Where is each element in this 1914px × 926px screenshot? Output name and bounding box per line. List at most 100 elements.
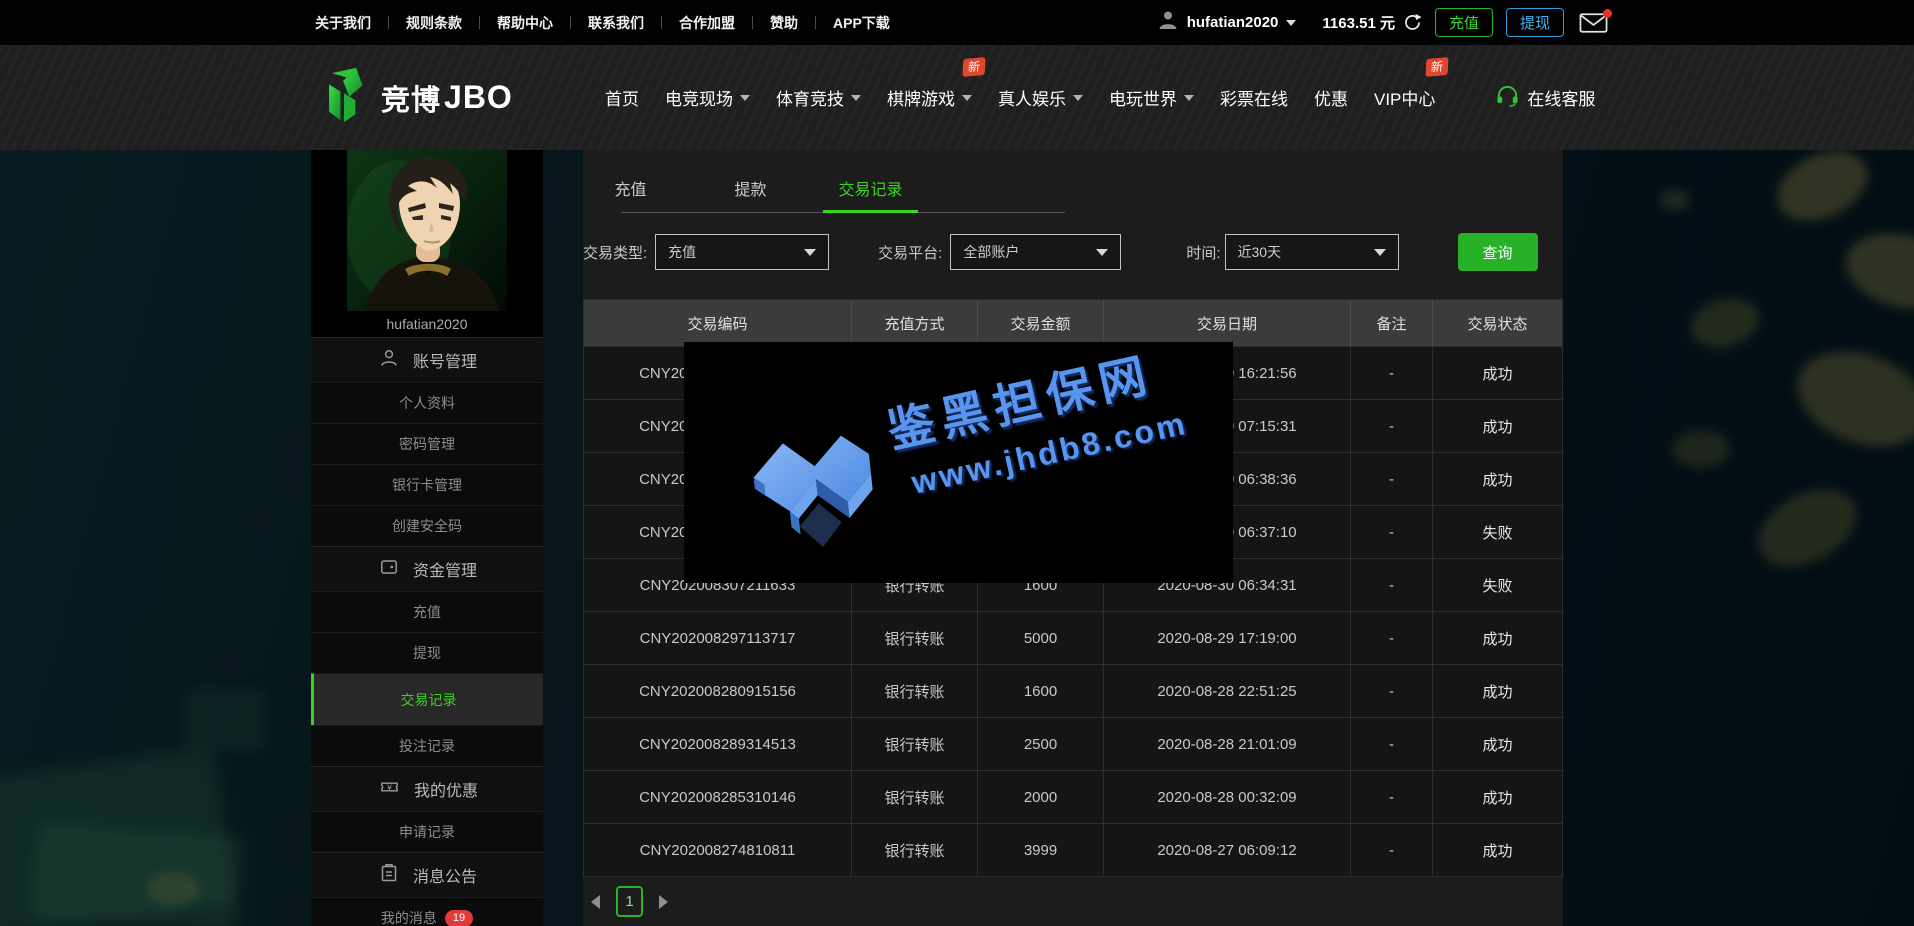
site-logo[interactable]: 竞博 JBO bbox=[316, 66, 542, 129]
page-number[interactable]: 1 bbox=[616, 886, 643, 917]
table-cell: 2020-08-29 17:19:00 bbox=[1104, 612, 1351, 664]
top-link-7[interactable]: APP下载 bbox=[816, 13, 907, 33]
chevron-down-icon bbox=[851, 95, 861, 101]
table-cell: 失败 bbox=[1433, 506, 1562, 558]
table-row: CNY202008280915156银行转账16002020-08-28 22:… bbox=[584, 664, 1562, 717]
table-cell: 成功 bbox=[1433, 718, 1562, 770]
logo-text-cn: 竞博 bbox=[381, 77, 441, 119]
refresh-balance-icon[interactable] bbox=[1403, 13, 1422, 32]
coin-decoration bbox=[148, 872, 200, 906]
coin-decoration bbox=[1784, 335, 1914, 464]
filter-platform-select[interactable]: 全部账户 bbox=[950, 234, 1121, 270]
top-link-6[interactable]: 赞助 bbox=[753, 13, 815, 33]
active-tab-underline bbox=[823, 210, 918, 213]
sidebar-section-label: 账号管理 bbox=[413, 348, 477, 372]
nav-item-1[interactable]: 首页 bbox=[592, 85, 652, 110]
nav-item-5[interactable]: 真人娱乐 bbox=[985, 85, 1096, 110]
sidebar-item-充值[interactable]: 充值 bbox=[311, 591, 543, 632]
new-badge: 新 bbox=[962, 57, 985, 77]
top-link-3[interactable]: 帮助中心 bbox=[480, 13, 570, 33]
nav-item-10[interactable]: 在线客服 bbox=[1482, 84, 1608, 112]
top-link-5[interactable]: 合作加盟 bbox=[662, 13, 752, 33]
tab-withdraw[interactable]: 提款 bbox=[703, 176, 798, 200]
sidebar-item-密码管理[interactable]: 密码管理 bbox=[311, 423, 543, 464]
tab-deposit[interactable]: 充值 bbox=[583, 176, 678, 200]
next-page-icon[interactable] bbox=[659, 895, 668, 909]
sidebar-item-label: 充值 bbox=[413, 602, 441, 622]
table-cell: 2020-08-28 00:32:09 bbox=[1104, 771, 1351, 823]
sidebar: hufatian2020 账号管理个人资料密码管理银行卡管理创建安全码资金管理充… bbox=[311, 150, 543, 926]
sidebar-item-交易记录[interactable]: 交易记录 bbox=[311, 673, 543, 725]
search-button[interactable]: 查询 bbox=[1458, 233, 1538, 271]
table-header-row: 交易编码充值方式交易金额交易日期备注交易状态 bbox=[584, 300, 1562, 346]
watermark-text: 鉴黑担保网 www.jhdb8.com bbox=[880, 330, 1191, 504]
nav-item-9[interactable]: VIP中心新 bbox=[1361, 85, 1448, 110]
nav-item-label: 真人娱乐 bbox=[998, 85, 1066, 110]
table-cell: 银行转账 bbox=[852, 824, 978, 876]
navbar: 竞博 JBO 首页电竞现场体育竞技棋牌游戏新真人娱乐电玩世界彩票在线优惠VIP中… bbox=[0, 45, 1914, 150]
mail-icon[interactable] bbox=[1579, 12, 1608, 34]
filter-time-label: 时间: bbox=[1186, 242, 1220, 263]
coin-decoration bbox=[1766, 138, 1878, 234]
app-screen: 关于我们规则条款帮助中心联系我们合作加盟赞助APP下载 hufatian2020… bbox=[0, 0, 1914, 926]
sidebar-item-label: 个人资料 bbox=[399, 393, 455, 413]
watermark-logo-icon bbox=[743, 422, 887, 580]
headset-icon bbox=[1495, 84, 1520, 112]
nav-item-label: 优惠 bbox=[1314, 85, 1348, 110]
filter-time-select[interactable]: 近30天 bbox=[1225, 234, 1399, 270]
nav-item-label: 彩票在线 bbox=[1220, 85, 1288, 110]
sidebar-item-提现[interactable]: 提现 bbox=[311, 632, 543, 673]
sidebar-section-2[interactable]: 资金管理 bbox=[311, 546, 543, 591]
nav-item-8[interactable]: 优惠 bbox=[1301, 85, 1361, 110]
pagination: 1 bbox=[591, 886, 668, 917]
top-link-4[interactable]: 联系我们 bbox=[571, 13, 661, 33]
filter-type-select[interactable]: 充值 bbox=[655, 234, 829, 270]
top-link-2[interactable]: 规则条款 bbox=[389, 13, 479, 33]
chevron-down-icon bbox=[1286, 20, 1296, 26]
withdraw-button[interactable]: 提现 bbox=[1506, 8, 1564, 37]
nav-item-label: 棋牌游戏 bbox=[887, 85, 955, 110]
sidebar-item-我的消息[interactable]: 我的消息19 bbox=[311, 897, 543, 926]
sidebar-item-创建安全码[interactable]: 创建安全码 bbox=[311, 505, 543, 546]
table-cell: 5000 bbox=[978, 612, 1104, 664]
nav-item-3[interactable]: 体育竞技 bbox=[763, 85, 874, 110]
table-cell: - bbox=[1351, 824, 1433, 876]
table-cell: 成功 bbox=[1433, 824, 1562, 876]
sidebar-item-个人资料[interactable]: 个人资料 bbox=[311, 382, 543, 423]
nav-item-6[interactable]: 电玩世界 bbox=[1096, 85, 1207, 110]
nav-item-label: 体育竞技 bbox=[776, 85, 844, 110]
sidebar-item-银行卡管理[interactable]: 银行卡管理 bbox=[311, 464, 543, 505]
sidebar-item-label: 创建安全码 bbox=[392, 516, 462, 536]
nav-item-2[interactable]: 电竞现场 bbox=[652, 85, 763, 110]
table-header-cell: 交易编码 bbox=[584, 300, 852, 346]
sidebar-section-label: 消息公告 bbox=[413, 863, 477, 887]
sidebar-section-3[interactable]: ¥我的优惠 bbox=[311, 766, 543, 811]
sidebar-item-申请记录[interactable]: 申请记录 bbox=[311, 811, 543, 852]
watermark-overlay: 鉴黑担保网 www.jhdb8.com bbox=[684, 342, 1233, 583]
main-nav: 首页电竞现场体育竞技 棋牌游戏新真人娱乐 电玩世界彩票在线 优惠 VIP中心新 在线客服 bbox=[592, 84, 1608, 112]
new-badge: 新 bbox=[1426, 57, 1449, 77]
nav-item-4[interactable]: 棋牌游戏新 bbox=[874, 85, 985, 110]
sidebar-section-1[interactable]: 账号管理 bbox=[311, 337, 543, 382]
nav-item-label: 在线客服 bbox=[1527, 85, 1595, 110]
table-header-cell: 备注 bbox=[1351, 300, 1433, 346]
filter-platform-value: 全部账户 bbox=[963, 242, 1019, 262]
deposit-button[interactable]: 充值 bbox=[1435, 8, 1493, 37]
nav-item-label: VIP中心 bbox=[1374, 85, 1435, 110]
sidebar-item-label: 银行卡管理 bbox=[392, 475, 462, 495]
nav-item-7[interactable]: 彩票在线 bbox=[1207, 85, 1301, 110]
table-cell: - bbox=[1351, 665, 1433, 717]
avatar[interactable] bbox=[311, 150, 543, 311]
user-menu[interactable]: hufatian2020 bbox=[1157, 9, 1297, 36]
money-decoration bbox=[185, 690, 265, 750]
sidebar-section-4[interactable]: 消息公告 bbox=[311, 852, 543, 897]
table-cell: - bbox=[1351, 453, 1433, 505]
top-link-1[interactable]: 关于我们 bbox=[298, 13, 388, 33]
notification-dot bbox=[1603, 9, 1612, 18]
coin-decoration bbox=[1746, 474, 1870, 582]
sidebar-item-投注记录[interactable]: 投注记录 bbox=[311, 725, 543, 766]
prev-page-icon[interactable] bbox=[591, 895, 600, 909]
table-cell: - bbox=[1351, 347, 1433, 399]
table-cell: 2000 bbox=[978, 771, 1104, 823]
tab-transactions[interactable]: 交易记录 bbox=[823, 176, 918, 200]
